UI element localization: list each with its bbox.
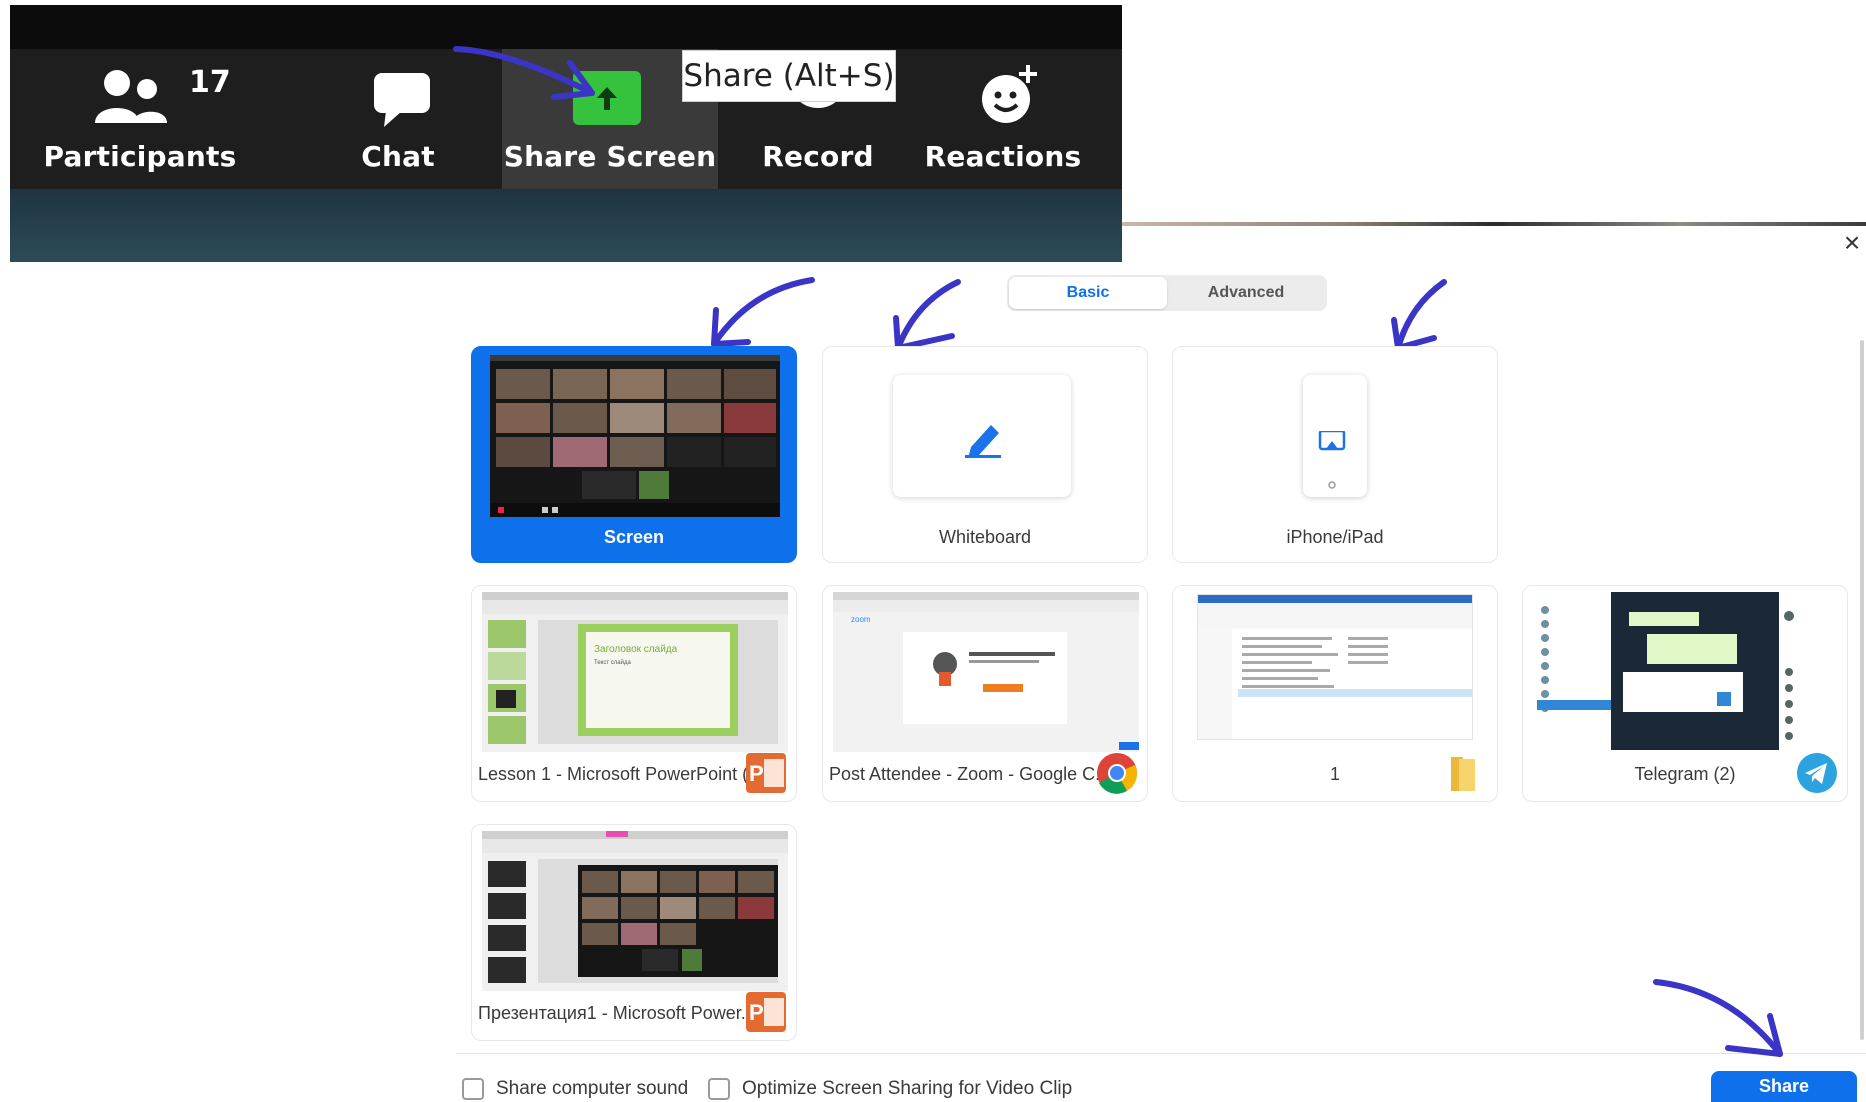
annotation-arrow-icon bbox=[1391, 279, 1447, 351]
reactions-button[interactable]: Reactions bbox=[898, 49, 1108, 189]
footer-divider bbox=[456, 1053, 1866, 1054]
share-tile-whiteboard[interactable]: Whiteboard bbox=[822, 346, 1148, 563]
share-tooltip: Share (Alt+S) bbox=[682, 50, 896, 102]
chat-label: Chat bbox=[361, 140, 435, 173]
share-sound-option[interactable]: Share computer sound bbox=[462, 1078, 688, 1100]
tab-advanced[interactable]: Advanced bbox=[1167, 277, 1325, 309]
whiteboard-card bbox=[893, 375, 1071, 497]
video-area-bottom bbox=[10, 189, 1122, 262]
share-tile-window[interactable]: zoom Post Attendee - Zoom - Google C... bbox=[822, 585, 1148, 802]
share-tile-label: Post Attendee - Zoom - Google C... bbox=[829, 764, 1099, 784]
reactions-label: Reactions bbox=[924, 140, 1082, 173]
close-icon[interactable]: × bbox=[1840, 229, 1864, 257]
chrome-thumbnail: zoom bbox=[833, 592, 1139, 752]
share-tile-label: iPhone/iPad bbox=[1286, 527, 1384, 547]
participants-label: Participants bbox=[43, 140, 237, 173]
powerpoint-thumbnail: Заголовок слайда Текст слайда bbox=[482, 592, 788, 752]
gallery-thumbnail-image bbox=[490, 355, 780, 517]
optimize-video-option[interactable]: Optimize Screen Sharing for Video Clip bbox=[708, 1078, 1072, 1100]
annotation-arrow-icon bbox=[711, 277, 815, 347]
share-sound-label: Share computer sound bbox=[496, 1078, 689, 1099]
share-screen-label: Share Screen bbox=[503, 140, 717, 173]
zoom-meeting-toolbar: 17 Participants Chat Share Screen Record… bbox=[10, 5, 1122, 262]
participants-button[interactable]: 17 Participants bbox=[35, 49, 245, 189]
powerpoint-thumbnail bbox=[482, 831, 788, 991]
share-tile-window[interactable]: Telegram (2) bbox=[1522, 585, 1848, 802]
dialog-top-edge bbox=[1122, 222, 1866, 226]
telegram-thumbnail bbox=[1537, 592, 1837, 750]
optimize-video-checkbox[interactable] bbox=[708, 1078, 730, 1100]
svg-text:P: P bbox=[749, 1000, 764, 1025]
share-screen-arrow-icon bbox=[573, 71, 641, 125]
dialog-scrollbar[interactable] bbox=[1860, 340, 1864, 1040]
slide-title-text: Заголовок слайда bbox=[594, 644, 678, 655]
powerpoint-icon: P bbox=[746, 992, 786, 1032]
share-sound-checkbox[interactable] bbox=[462, 1078, 484, 1100]
chrome-icon bbox=[1097, 753, 1137, 794]
annotation-arrow-icon bbox=[893, 279, 961, 351]
slide-body-text: Текст слайда bbox=[594, 659, 631, 666]
optimize-video-label: Optimize Screen Sharing for Video Clip bbox=[742, 1078, 1073, 1099]
share-tile-label: Lesson 1 - Microsoft PowerPoint (... bbox=[478, 764, 748, 784]
share-button[interactable]: Share bbox=[1711, 1071, 1857, 1102]
record-label: Record bbox=[762, 140, 874, 173]
participants-icon bbox=[95, 70, 167, 123]
screen-thumbnail bbox=[490, 355, 780, 517]
share-tile-label: Презентация1 - Microsoft Power... bbox=[478, 1003, 748, 1023]
svg-text:P: P bbox=[749, 761, 764, 786]
share-tile-window[interactable]: 1 bbox=[1172, 585, 1498, 802]
tab-basic[interactable]: Basic bbox=[1009, 277, 1167, 309]
share-tile-iphone-ipad[interactable]: iPhone/iPad bbox=[1172, 346, 1498, 563]
telegram-icon bbox=[1797, 753, 1837, 793]
powerpoint-icon: P bbox=[746, 753, 786, 793]
zoom-logo-text: zoom bbox=[851, 615, 871, 624]
emoji-plus-icon bbox=[982, 65, 1037, 123]
share-tile-screen[interactable]: Screen bbox=[471, 346, 797, 563]
share-tile-window[interactable]: Заголовок слайда Текст слайда Lesson 1 -… bbox=[471, 585, 797, 802]
folder-icon bbox=[1451, 757, 1475, 791]
chat-button[interactable]: Chat bbox=[298, 49, 498, 189]
screenshot-stage: 17 Participants Chat Share Screen Record… bbox=[0, 0, 1866, 1102]
share-mode-tabs: Basic Advanced bbox=[1007, 275, 1327, 311]
video-area-strip bbox=[10, 5, 1122, 49]
share-tile-label: Whiteboard bbox=[938, 527, 1032, 547]
explorer-thumbnail bbox=[1197, 594, 1473, 740]
share-tile-label: Screen bbox=[603, 527, 665, 547]
share-tile-window[interactable]: Презентация1 - Microsoft Power... P bbox=[471, 824, 797, 1041]
participants-count: 17 bbox=[189, 65, 231, 100]
annotation-arrow-icon bbox=[1653, 979, 1783, 1057]
chat-bubble-icon bbox=[374, 73, 430, 127]
phone-card bbox=[1303, 375, 1367, 497]
